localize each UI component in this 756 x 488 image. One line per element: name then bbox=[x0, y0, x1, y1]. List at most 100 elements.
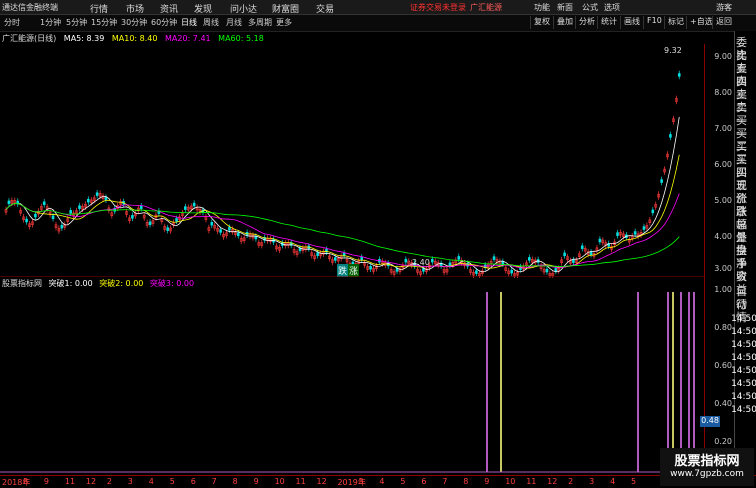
fuquan-button[interactable]: 复权 bbox=[530, 16, 550, 29]
menu-item-faxian[interactable]: 发现 bbox=[194, 2, 212, 15]
ind-y-tick: 1.00 bbox=[714, 285, 732, 294]
period-5min[interactable]: 5分钟 bbox=[66, 17, 87, 28]
menu-item-caifuquan[interactable]: 财富圈 bbox=[272, 2, 299, 15]
menu-item-wenxiaoda[interactable]: 问小达 bbox=[230, 2, 257, 15]
ind-y-tick: 0.20 bbox=[714, 437, 732, 446]
x-tick: 5 bbox=[400, 477, 406, 486]
time-row: 14:50 bbox=[731, 340, 756, 350]
time-row: 14:50 bbox=[731, 379, 756, 389]
x-tick: 2 bbox=[106, 477, 112, 486]
back-button[interactable]: 返回 bbox=[712, 16, 732, 29]
y-tick: 7.00 bbox=[714, 124, 732, 133]
ind-y-tick: 0.80 bbox=[714, 323, 732, 332]
period-multi[interactable]: 多周期 bbox=[248, 17, 272, 28]
x-tick: 8 bbox=[463, 477, 469, 486]
x-tick: 4 bbox=[610, 477, 616, 486]
menu-item-zixun[interactable]: 资讯 bbox=[160, 2, 178, 15]
y-tick: 4.00 bbox=[714, 232, 732, 241]
period-weekly[interactable]: 周线 bbox=[203, 17, 219, 28]
period-60min[interactable]: 60分钟 bbox=[151, 17, 177, 28]
x-tick: 5 bbox=[631, 477, 637, 486]
menu-item-xinmian[interactable]: 新面 bbox=[557, 2, 573, 13]
x-tick: 9 bbox=[253, 477, 259, 486]
time-row: 14:50 bbox=[731, 405, 756, 415]
x-tick: 5 bbox=[169, 477, 175, 486]
x-tick: 3 bbox=[127, 477, 133, 486]
huaxian-button[interactable]: 画线 bbox=[620, 16, 640, 29]
f10-button[interactable]: F10 bbox=[643, 16, 662, 29]
time-row: 14:50 bbox=[731, 392, 756, 402]
x-tick: 7 bbox=[211, 477, 217, 486]
stock-name: 广汇能源 bbox=[470, 3, 502, 12]
ma60-value: MA60: 5.18 bbox=[218, 34, 264, 43]
ind-y-tick: 0.60 bbox=[714, 361, 732, 370]
period-15min[interactable]: 15分钟 bbox=[91, 17, 117, 28]
period-more[interactable]: 更多 bbox=[276, 17, 292, 28]
menu-item-gongshi[interactable]: 公式 bbox=[582, 2, 598, 13]
menu-item-jiaoyi[interactable]: 交易 bbox=[316, 2, 334, 15]
x-tick: 4 bbox=[148, 477, 154, 486]
indicator-current-value: 0.48 bbox=[700, 416, 720, 427]
ma20-value: MA20: 7.41 bbox=[165, 34, 211, 43]
x-tick: 7 bbox=[442, 477, 448, 486]
time-row: 14:50 bbox=[731, 314, 756, 324]
x-tick: 6 bbox=[190, 477, 196, 486]
period-monthly[interactable]: 月线 bbox=[226, 17, 242, 28]
x-tick: 8 bbox=[232, 477, 238, 486]
time-row: 14:50 bbox=[731, 366, 756, 376]
x-tick: 3 bbox=[589, 477, 595, 486]
menu-item-gongneng[interactable]: 功能 bbox=[534, 2, 550, 13]
period-30min[interactable]: 30分钟 bbox=[121, 17, 147, 28]
x-tick: 6 bbox=[421, 477, 427, 486]
ind-y-tick: 0.40 bbox=[714, 399, 732, 408]
watermark: 股票指标网 www.7gpzb.com bbox=[660, 448, 754, 486]
y-tick: 6.00 bbox=[714, 160, 732, 169]
high-price-label: 9.32 bbox=[664, 46, 682, 55]
y-tick: 5.00 bbox=[714, 196, 732, 205]
indicator-chart[interactable] bbox=[0, 276, 704, 474]
x-tick: 10 bbox=[505, 477, 516, 486]
period-daily[interactable]: 日线 bbox=[181, 17, 197, 28]
period-1min[interactable]: 1分钟 bbox=[40, 17, 61, 28]
x-tick: 12 bbox=[85, 477, 97, 486]
period-toolbar: 分时 1分钟 5分钟 15分钟 30分钟 60分钟 日线 周线 月线 多周期 更… bbox=[0, 15, 756, 32]
ma10-value: MA10: 8.40 bbox=[111, 34, 158, 43]
x-tick: 2 bbox=[568, 477, 574, 486]
x-tick: 9 bbox=[43, 477, 50, 486]
period-fenshi[interactable]: 分时 bbox=[4, 17, 20, 28]
candlestick-chart[interactable] bbox=[0, 44, 704, 278]
x-tick: 11 bbox=[295, 477, 306, 486]
watermark-url: www.7gpzb.com bbox=[670, 469, 744, 479]
menu-bar: 通达信金融终端 行情 市场 资讯 发现 问小达 财富圈 交易 证券交易未登录 广… bbox=[0, 0, 756, 15]
x-tick: 12 bbox=[316, 477, 327, 486]
fenxi-button[interactable]: 分析 bbox=[575, 16, 595, 29]
x-tick: 10 bbox=[274, 477, 285, 486]
login-warning[interactable]: 证券交易未登录 bbox=[410, 2, 466, 13]
time-row: 14:50 bbox=[731, 327, 756, 337]
x-tick: 12 bbox=[547, 477, 558, 486]
date-axis: 2018年 8 9 11 12 2 3 4 5 6 7 8 9 10 11 12 2019年 3 4 5 6 7 8 9 10 1… bbox=[0, 475, 756, 488]
time-row: 14:50 bbox=[731, 353, 756, 363]
biaoji-button[interactable]: 标记 bbox=[664, 16, 684, 29]
watermark-title: 股票指标网 bbox=[674, 454, 740, 469]
y-tick: 3.00 bbox=[714, 264, 732, 273]
menu-item-xuanxiang[interactable]: 选项 bbox=[604, 2, 620, 13]
x-tick: 11 bbox=[526, 477, 537, 486]
y-tick: 9.00 bbox=[714, 52, 732, 61]
app-logo: 通达信金融终端 bbox=[2, 3, 58, 12]
x-tick: 9 bbox=[484, 477, 490, 486]
x-tick: 4 bbox=[379, 477, 385, 486]
x-tick: 3 bbox=[358, 477, 364, 486]
diejia-button[interactable]: 叠加 bbox=[553, 16, 573, 29]
menu-item-shichang[interactable]: 市场 bbox=[126, 2, 144, 15]
add-favorite-button[interactable]: +自选 bbox=[686, 16, 713, 29]
tongji-button[interactable]: 统计 bbox=[597, 16, 617, 29]
ma5-value: MA5: 8.39 bbox=[63, 34, 105, 43]
chart-title: 广汇能源(日线) bbox=[2, 34, 57, 43]
quote-side-panel: 委比 卖五 卖四 卖三 卖二 卖一 买一 买二 买三 买四 买五 现价 涨跌 涨… bbox=[731, 31, 756, 475]
user-label[interactable]: 游客 bbox=[716, 2, 732, 13]
x-tick: 8 bbox=[22, 477, 29, 486]
menu-item-hangqing[interactable]: 行情 bbox=[90, 2, 108, 15]
y-tick: 8.00 bbox=[714, 88, 732, 97]
low-price-label: 2.40 bbox=[412, 258, 430, 267]
